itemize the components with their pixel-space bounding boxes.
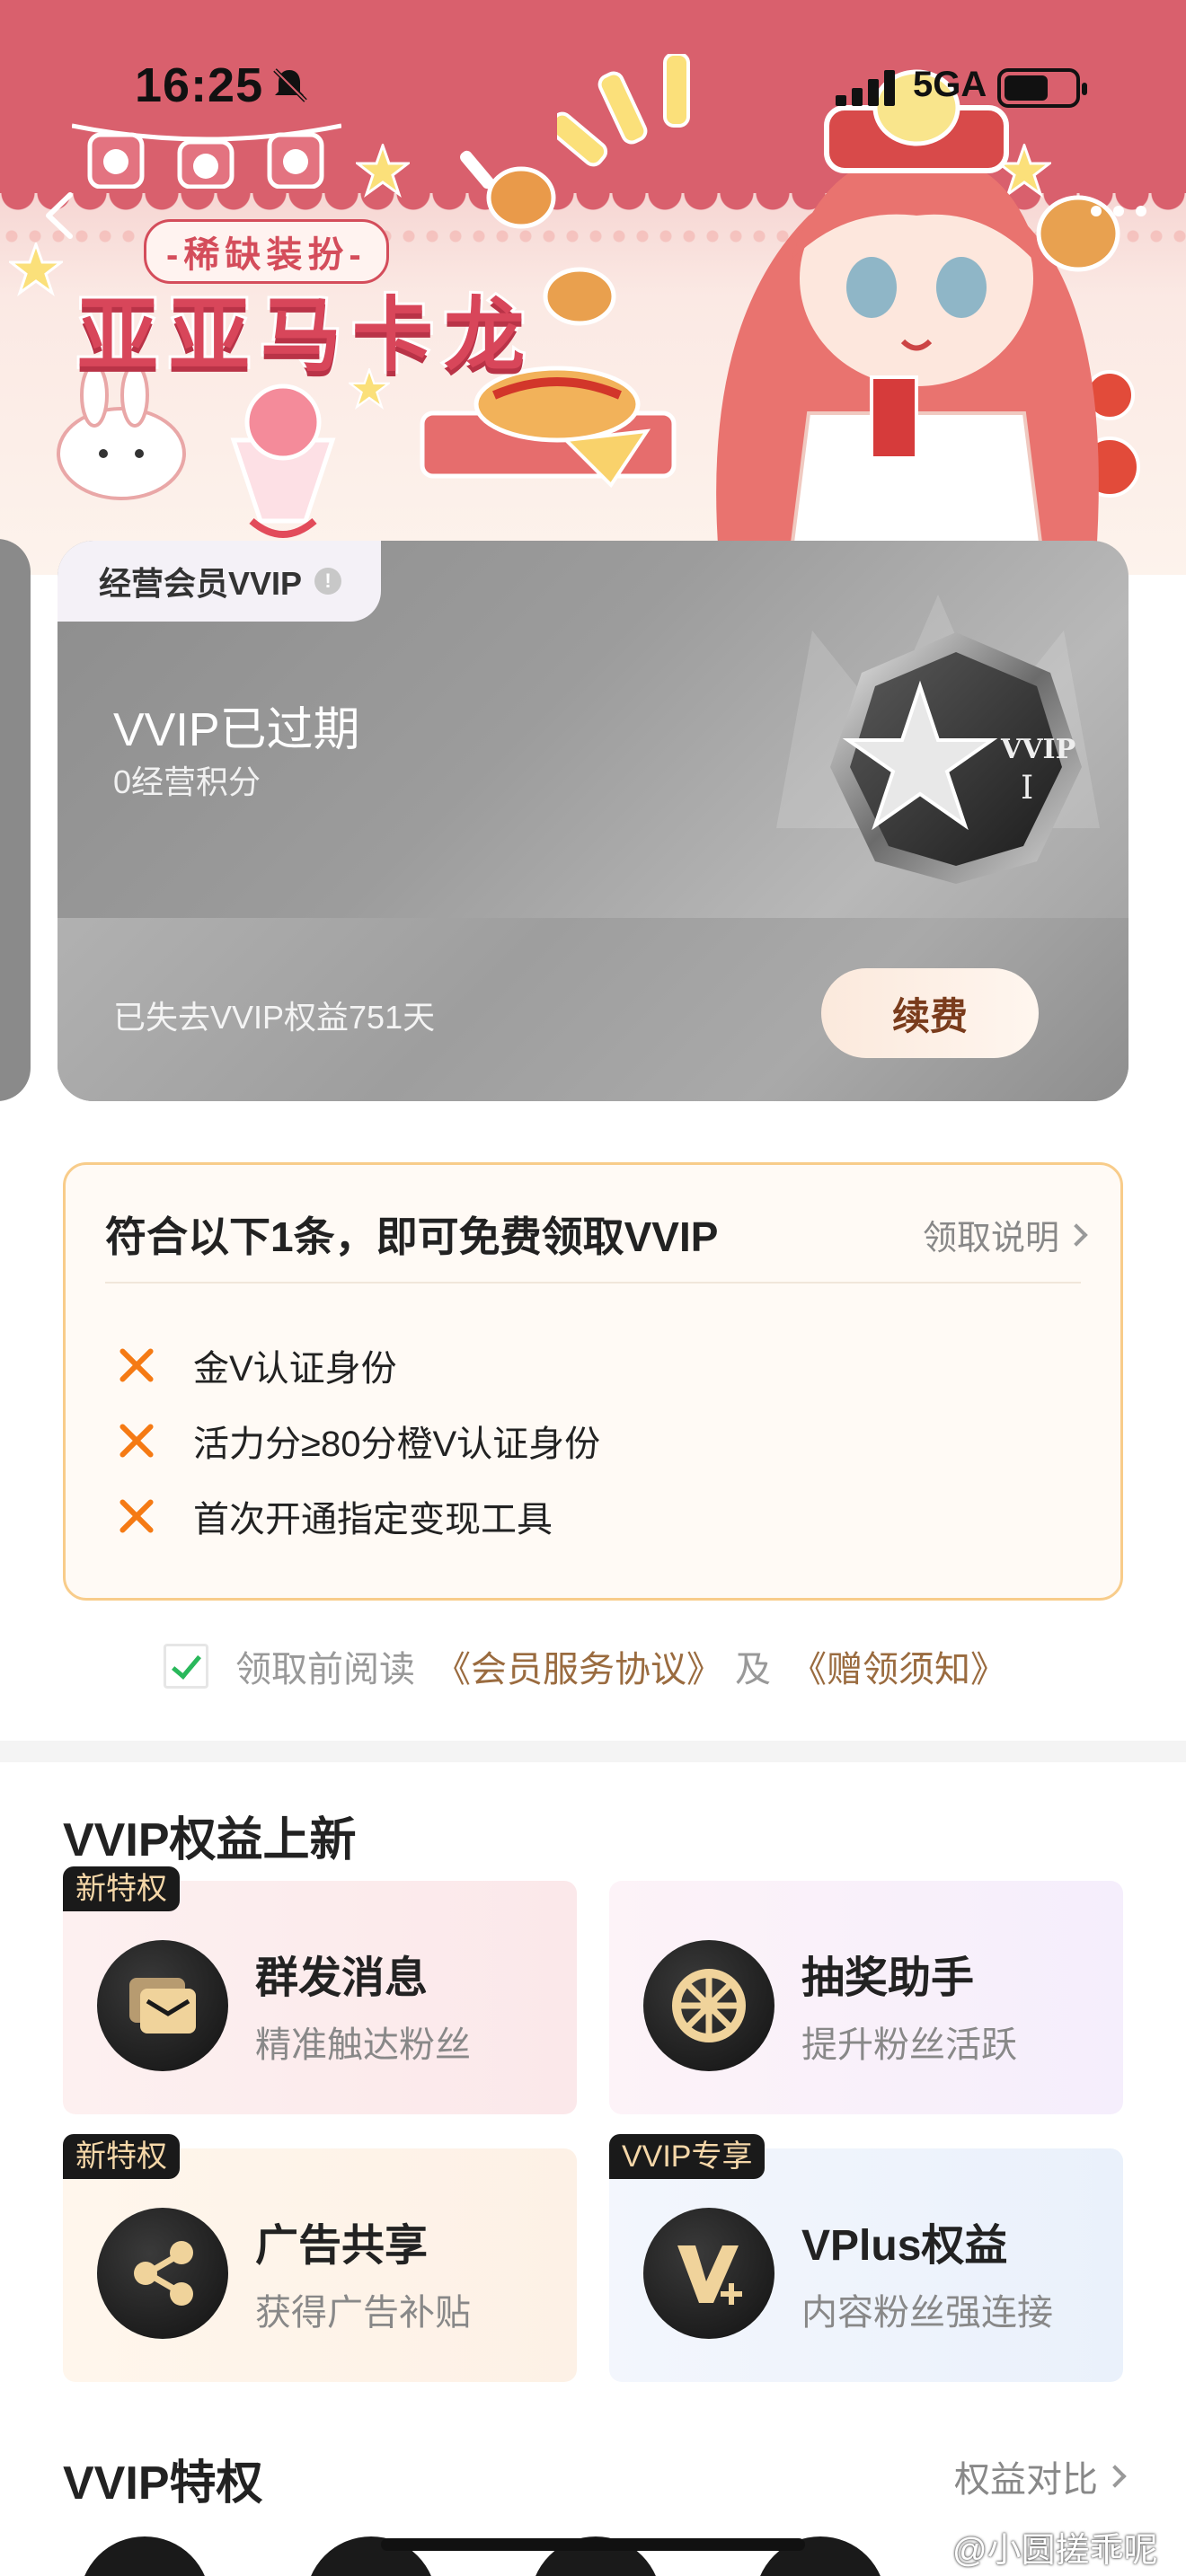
- privileges-title: VVIP特权: [63, 2457, 263, 2510]
- free-vvip-title: 符合以下1条，即可免费领取VVIP: [105, 1213, 719, 1260]
- divider: [105, 1282, 1081, 1284]
- cross-icon: [116, 1420, 157, 1461]
- star-icon: [9, 243, 63, 296]
- benefit-tag: 新特权: [63, 1866, 180, 1911]
- benefit-desc: 精准触达粉丝: [255, 2025, 471, 2065]
- new-benefits-title: VVIP权益上新: [63, 1814, 357, 1866]
- badge-level: I: [1021, 770, 1033, 807]
- bell-off-icon: [273, 68, 307, 102]
- message-icon: [97, 1940, 228, 2071]
- chicken-leg-decoration: [460, 150, 556, 229]
- benefit-name: 抽奖助手: [801, 1954, 975, 2002]
- condition-text: 首次开通指定变现工具: [193, 1500, 553, 1539]
- chevron-right-icon: [1065, 1222, 1088, 1247]
- benefit-card-ad-share[interactable]: 新特权 广告共享 获得广告补贴: [63, 2134, 577, 2382]
- benefit-tag: 新特权: [63, 2134, 180, 2179]
- signal-icon: [836, 70, 895, 106]
- bunting-decoration: [71, 117, 342, 190]
- section-separator: [0, 1741, 1186, 1762]
- agreement-row: 领取前阅读 《会员服务协议》 及 《赠领须知》: [164, 1640, 1006, 1692]
- vip-status: VVIP已过期: [113, 704, 360, 756]
- benefit-desc: 提升粉丝活跃: [801, 2025, 1017, 2065]
- hero-title: 亚亚马卡龙: [75, 288, 535, 384]
- benefit-desc: 获得广告补贴: [255, 2293, 471, 2333]
- benefit-name: VPlus权益: [801, 2222, 1008, 2270]
- star-icon: [356, 144, 410, 198]
- agreement-checkbox[interactable]: [164, 1644, 208, 1689]
- benefit-desc: 内容粉丝强连接: [801, 2293, 1053, 2333]
- home-indicator[interactable]: [381, 2538, 805, 2551]
- nugget-decoration: [543, 267, 616, 326]
- previous-card-peek[interactable]: [0, 539, 31, 1101]
- vip-points: 0经营积分: [113, 763, 261, 800]
- cross-icon: [116, 1345, 157, 1386]
- character-illustration: [716, 69, 1120, 557]
- network-type: 5GA: [913, 65, 987, 104]
- condition-item: 首次开通指定变现工具: [116, 1490, 553, 1542]
- card-tab: 经营会员VVIP !: [58, 541, 381, 622]
- badge-text: VVIP: [1000, 734, 1075, 765]
- benefit-card-broadcast[interactable]: 新特权 群发消息 精准触达粉丝: [63, 1866, 577, 2114]
- share-icon: [97, 2208, 228, 2339]
- chevron-right-icon: [1103, 2465, 1127, 2488]
- renew-button[interactable]: 续费: [821, 968, 1039, 1058]
- lost-benefits-days: 已失去VVIP权益751天: [113, 999, 436, 1036]
- gift-notice-link[interactable]: 《赠领须知》: [791, 1640, 1006, 1692]
- benefit-tag: VVIP专享: [609, 2134, 766, 2179]
- status-time: 16:25: [135, 58, 264, 112]
- agreement-prefix: 领取前阅读: [235, 1650, 415, 1689]
- agreement-and: 及: [735, 1650, 771, 1689]
- hero-banner: 16:25 5GA -稀缺装扮- 亚亚马卡龙: [0, 0, 1186, 575]
- benefit-name: 广告共享: [255, 2222, 429, 2270]
- battery-icon: [997, 68, 1087, 108]
- back-icon[interactable]: [27, 184, 90, 247]
- bunny-decoration: [57, 368, 186, 500]
- claim-instructions-link[interactable]: 领取说明: [922, 1210, 1088, 1259]
- compare-benefits-link[interactable]: 权益对比: [954, 2450, 1127, 2502]
- benefit-name: 群发消息: [255, 1954, 429, 2002]
- privilege-icon[interactable]: [79, 2536, 210, 2576]
- condition-text: 活力分≥80分橙V认证身份: [193, 1425, 601, 1464]
- more-icon[interactable]: [1087, 198, 1150, 225]
- card-tab-label: 经营会员VVIP: [99, 565, 303, 602]
- claim-instructions-label: 领取说明: [922, 1220, 1059, 1257]
- benefit-card-vplus[interactable]: VVIP专享 VPlus权益 内容粉丝强连接: [609, 2134, 1123, 2382]
- cross-icon: [116, 1495, 157, 1537]
- vip-card: 经营会员VVIP ! VVIP已过期 0经营积分 VVIP I 已失去VVIP权…: [58, 541, 1128, 1101]
- lottery-wheel-icon: [643, 1940, 774, 2071]
- sundae-decoration: [230, 384, 336, 538]
- benefit-card-lottery[interactable]: 抽奖助手 提升粉丝活跃: [609, 1881, 1123, 2114]
- free-vvip-conditions: 符合以下1条，即可免费领取VVIP 领取说明 金V认证身份 活力分≥80分橙V认…: [63, 1162, 1123, 1601]
- condition-item: 活力分≥80分橙V认证身份: [116, 1415, 600, 1467]
- info-icon[interactable]: !: [314, 568, 342, 595]
- compare-benefits-label: 权益对比: [954, 2460, 1098, 2500]
- vplus-icon: [643, 2208, 774, 2339]
- member-service-agreement-link[interactable]: 《会员服务协议》: [435, 1640, 722, 1692]
- watermark: @小圆搓乖呢: [952, 2532, 1158, 2570]
- condition-item: 金V认证身份: [116, 1339, 397, 1391]
- vvip-level-badge-icon: VVIP I: [830, 632, 1082, 884]
- condition-text: 金V认证身份: [193, 1349, 397, 1389]
